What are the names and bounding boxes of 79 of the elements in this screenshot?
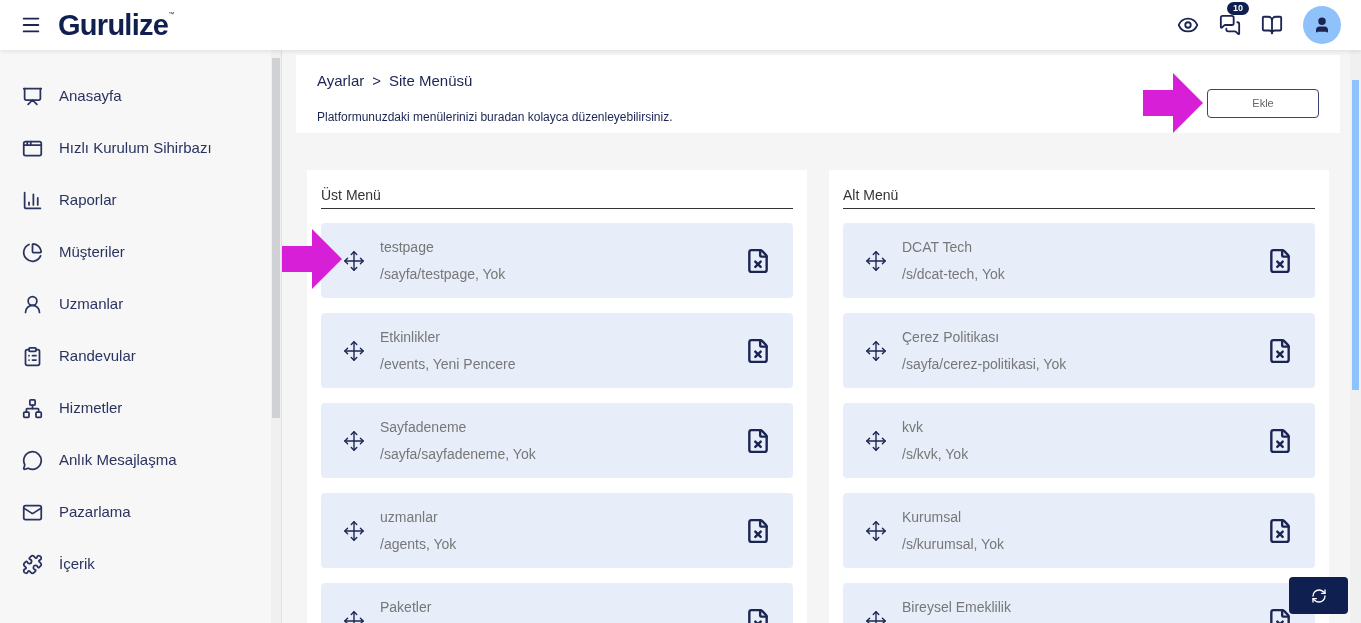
pie-chart-icon xyxy=(22,241,43,263)
clipboard-icon xyxy=(22,345,43,367)
sidebar-item[interactable]: Uzmanlar xyxy=(0,278,271,330)
delete-icon[interactable] xyxy=(1267,337,1293,364)
menu-item-name: uzmanlar xyxy=(380,508,439,527)
sidebar-item[interactable]: Hızlı Kurulum Sihirbazı xyxy=(0,122,271,174)
menu-title: Üst Menü xyxy=(321,185,793,209)
delete-icon[interactable] xyxy=(745,247,771,274)
move-icon[interactable] xyxy=(865,519,887,542)
menu-item[interactable]: Paketler xyxy=(321,583,793,623)
delete-icon[interactable] xyxy=(745,337,771,364)
puzzle-icon xyxy=(22,553,43,575)
menu-item-name: Sayfadeneme xyxy=(380,418,468,437)
menu-item-path: /sayfa/cerez-politikasi, Yok xyxy=(902,355,1068,374)
refresh-icon xyxy=(1310,587,1327,604)
breadcrumb-separator: > xyxy=(372,71,381,91)
menu-item-path: /events, Yeni Pencere xyxy=(380,355,517,374)
move-icon[interactable] xyxy=(343,429,365,452)
sidebar-item[interactable]: Müşteriler xyxy=(0,226,271,278)
menu-item-name: Çerez Politikası xyxy=(902,328,1001,347)
menu-item-name: testpage xyxy=(380,238,435,257)
menu-item[interactable]: uzmanlar /agents, Yok xyxy=(321,493,793,568)
menu-item-path: /s/kurumsal, Yok xyxy=(902,535,1005,554)
sidebar-item[interactable]: Anasayfa xyxy=(0,70,271,122)
sidebar-item[interactable]: Pazarlama xyxy=(0,486,271,538)
presentation-icon xyxy=(22,85,43,107)
hierarchy-icon xyxy=(22,397,43,419)
menu-item-path: /agents, Yok xyxy=(380,535,458,554)
menu-item[interactable]: testpage /sayfa/testpage, Yok xyxy=(321,223,793,298)
move-icon[interactable] xyxy=(343,519,365,542)
menu-item[interactable]: Çerez Politikası /sayfa/cerez-politikasi, Yok xyxy=(843,313,1315,388)
menu-item[interactable]: kvk /s/kvk, Yok xyxy=(843,403,1315,478)
breadcrumb-current: Site Menüsü xyxy=(389,71,473,91)
pointer-arrow xyxy=(1143,73,1203,133)
menu-item[interactable]: Kurumsal /s/kurumsal, Yok xyxy=(843,493,1315,568)
move-icon[interactable] xyxy=(343,339,365,362)
pointer-arrow xyxy=(282,229,342,289)
person-icon xyxy=(22,293,43,315)
move-icon[interactable] xyxy=(865,429,887,452)
sidebar-item[interactable]: İçerik xyxy=(0,538,271,590)
bar-chart-icon xyxy=(22,189,43,211)
add-button[interactable]: Ekle xyxy=(1207,88,1319,118)
menu-item-name: Paketler xyxy=(380,598,433,617)
menu-title: Alt Menü xyxy=(843,185,1315,209)
menu-item[interactable]: DCAT Tech /s/dcat-tech, Yok xyxy=(843,223,1315,298)
page-description: Platformunuzdaki menülerinizi buradan kolayca düzenleyebilirsiniz. xyxy=(317,108,674,126)
breadcrumb-link[interactable]: Ayarlar xyxy=(317,70,365,93)
menu-item-path: /s/kvk, Yok xyxy=(902,445,970,464)
menu-item-name: kvk xyxy=(902,418,924,437)
menu-item[interactable]: Sayfadeneme /sayfa/sayfadeneme, Yok xyxy=(321,403,793,478)
book-icon[interactable] xyxy=(1261,14,1283,36)
menu-item-name: Etkinlikler xyxy=(380,328,441,347)
menu-item-path: /sayfa/testpage, Yok xyxy=(380,265,507,284)
menu-item[interactable]: Etkinlikler /events, Yeni Pencere xyxy=(321,313,793,388)
delete-icon[interactable] xyxy=(745,427,771,454)
move-icon[interactable] xyxy=(865,339,887,362)
menu-item-path: /sayfa/sayfadeneme, Yok xyxy=(380,445,537,464)
menu-item[interactable]: Bireysel Emeklilik xyxy=(843,583,1315,623)
chat-icon xyxy=(22,449,43,471)
sidebar-item[interactable]: Randevular xyxy=(0,330,271,382)
notification-badge: 10 xyxy=(1227,2,1249,15)
delete-icon[interactable] xyxy=(1267,517,1293,544)
menu-item-name: DCAT Tech xyxy=(902,238,974,257)
sidebar-item[interactable]: Raporlar xyxy=(0,174,271,226)
delete-icon[interactable] xyxy=(1267,427,1293,454)
person-icon xyxy=(1313,16,1331,34)
menu-item-path: /s/dcat-tech, Yok xyxy=(902,265,1006,284)
chat-icon[interactable] xyxy=(1219,14,1241,36)
move-icon[interactable] xyxy=(343,249,365,272)
sidebar-item[interactable]: Hizmetler xyxy=(0,382,271,434)
menu-item-name: Bireysel Emeklilik xyxy=(902,598,1012,617)
delete-icon[interactable] xyxy=(1267,247,1293,274)
menu-item-name: Kurumsal xyxy=(902,508,963,527)
delete-icon[interactable] xyxy=(745,517,771,544)
refresh-button[interactable] xyxy=(1289,577,1348,614)
move-icon[interactable] xyxy=(865,249,887,272)
sidebar-item[interactable]: Anlık Mesajlaşma xyxy=(0,434,271,486)
avatar[interactable] xyxy=(1303,6,1341,44)
logo: Gurulize xyxy=(58,10,169,40)
